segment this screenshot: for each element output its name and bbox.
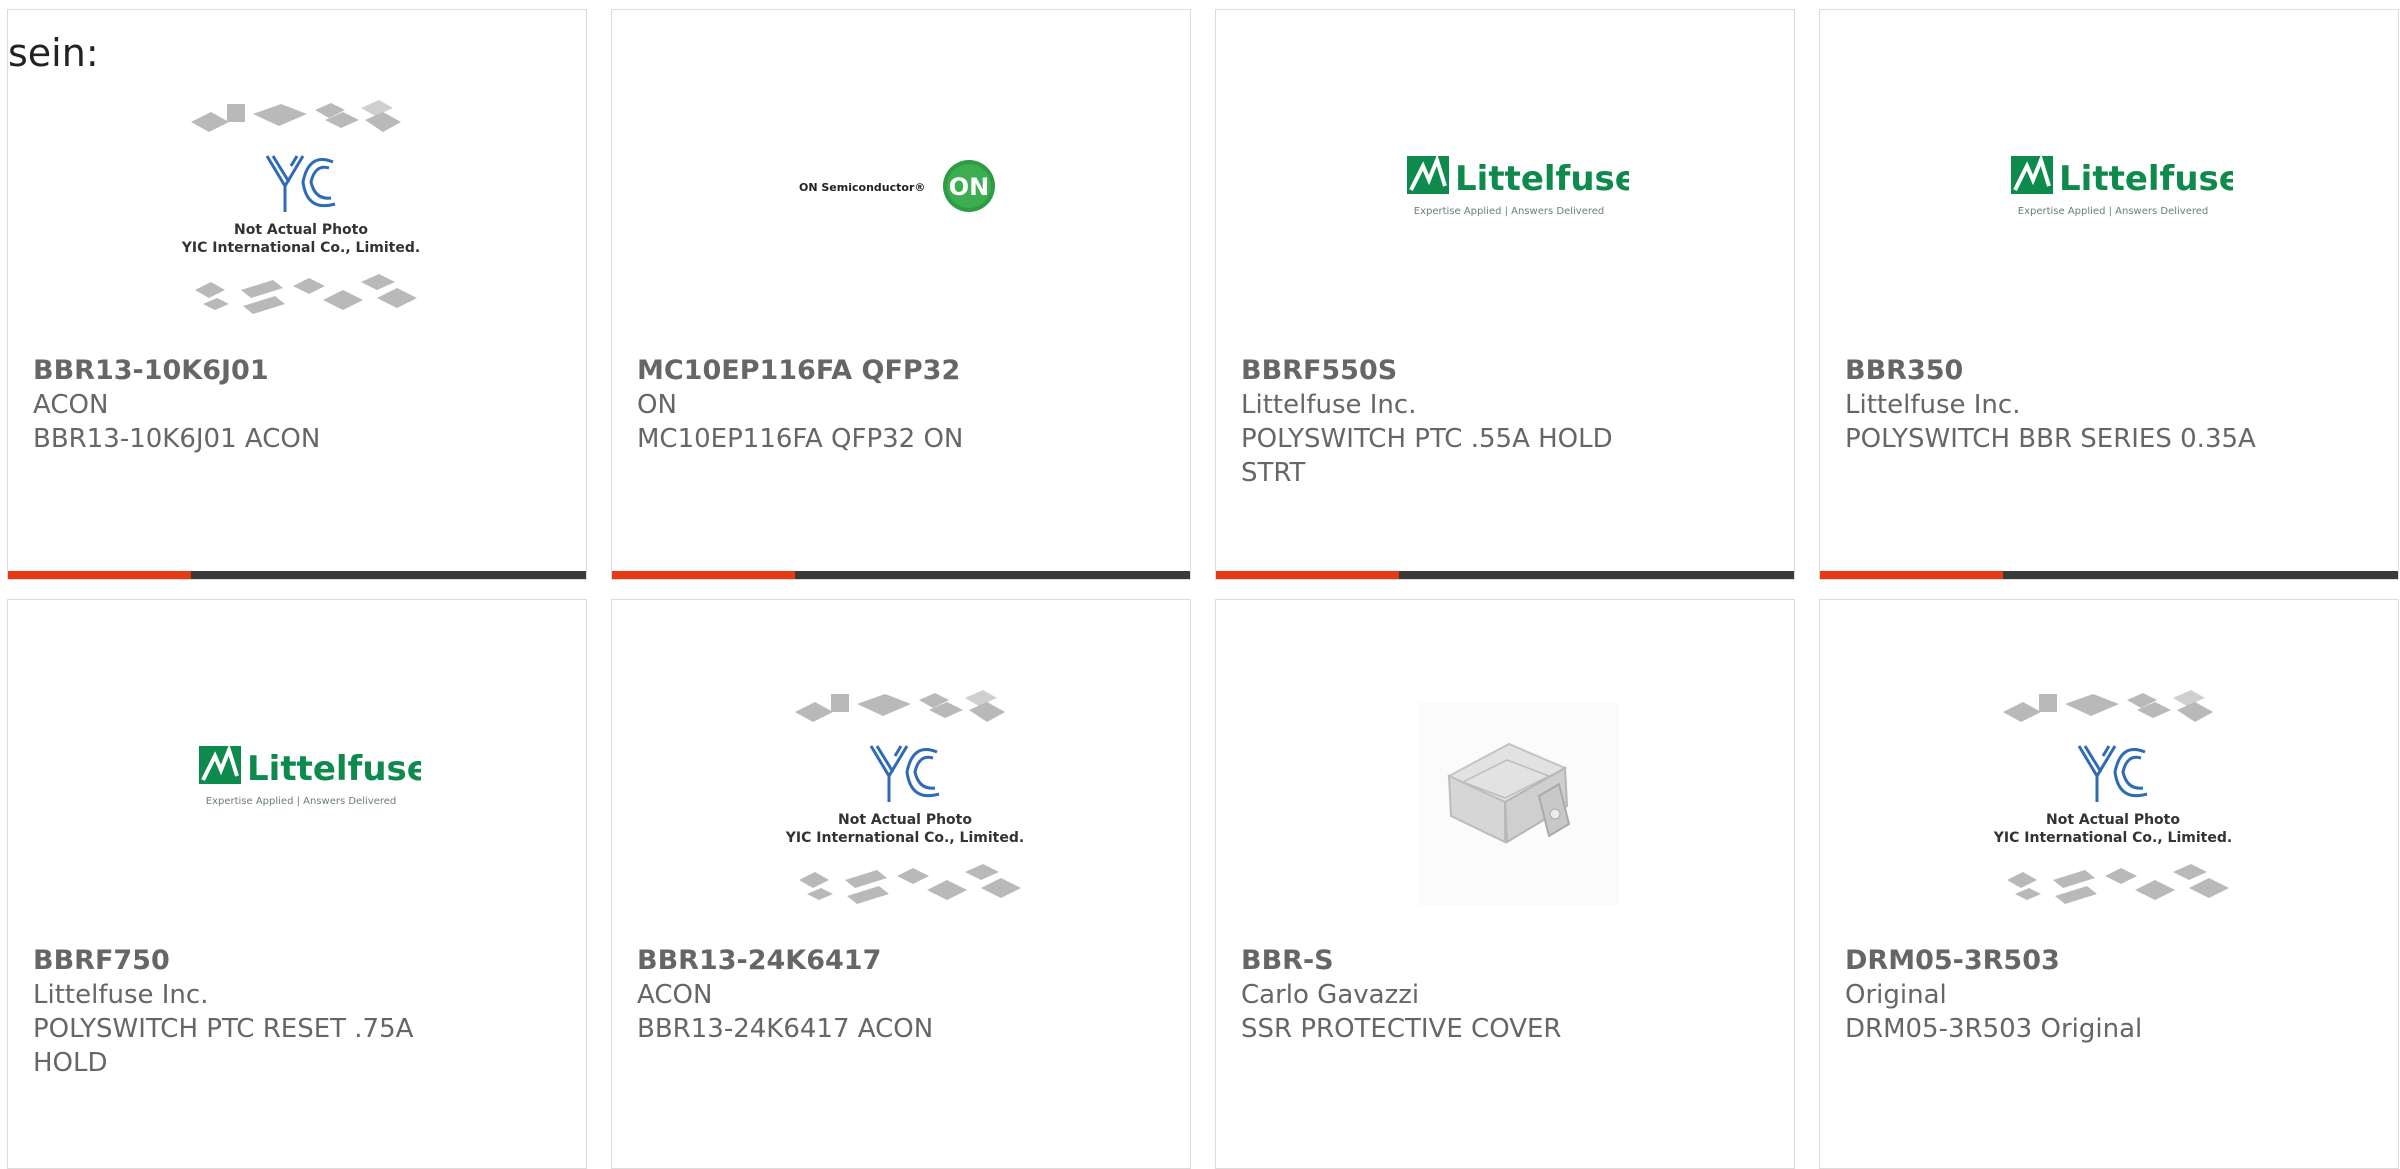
yic-placeholder-image: Not Actual Photo YIC International Co., … xyxy=(785,690,1024,904)
product-description: BBR13-10K6J01 ACON xyxy=(33,424,321,454)
product-part-number[interactable]: MC10EP116FA QFP32 xyxy=(637,354,1057,388)
product-manufacturer: ACON xyxy=(33,390,109,420)
product-part-number[interactable]: BBRF550S xyxy=(1241,354,1661,388)
littelfuse-logo-image: Littelfuse Expertise Applied | Answers D… xyxy=(1407,153,1629,217)
protective-cover-photo xyxy=(1419,702,1619,906)
card-footer-bar xyxy=(8,571,586,579)
product-image[interactable]: ON Semiconductor® ON xyxy=(785,94,1025,334)
card-footer-bar xyxy=(612,571,1190,579)
product-card[interactable]: ON Semiconductor® ON MC10EP116FA QFP32 O… xyxy=(611,9,1191,580)
littelfuse-tagline: Expertise Applied | Answers Delivered xyxy=(1414,206,1605,217)
product-part-number[interactable]: BBR13-10K6J01 xyxy=(33,354,453,388)
yic-placeholder-image: Not Actual Photo YIC International Co., … xyxy=(181,100,420,314)
product-card[interactable]: Littelfuse Expertise Applied | Answers D… xyxy=(7,599,587,1169)
yic-line2: YIC International Co., Limited. xyxy=(181,240,420,256)
product-manufacturer: Carlo Gavazzi xyxy=(1241,980,1420,1010)
product-part-number[interactable]: BBRF750 xyxy=(33,944,453,978)
product-description: POLYSWITCH BBR SERIES 0.35A xyxy=(1845,424,2256,454)
card-footer-bar xyxy=(1216,571,1794,579)
product-part-number[interactable]: DRM05-3R503 xyxy=(1845,944,2265,978)
product-image[interactable] xyxy=(1389,684,1629,924)
product-card[interactable]: Not Actual Photo YIC International Co., … xyxy=(7,9,587,580)
product-info: BBRF750 Littelfuse Inc. POLYSWITCH PTC R… xyxy=(33,944,453,1080)
product-description: MC10EP116FA QFP32 ON xyxy=(637,424,964,454)
product-image[interactable]: Not Actual Photo YIC International Co., … xyxy=(181,94,421,334)
card-footer-accent xyxy=(8,571,191,579)
littelfuse-brand-text: Littelfuse xyxy=(1455,159,1629,199)
on-semi-logo-image: ON Semiconductor® ON xyxy=(799,160,995,212)
product-manufacturer: Littelfuse Inc. xyxy=(1241,390,1417,420)
product-image[interactable]: Not Actual Photo YIC International Co., … xyxy=(1993,684,2233,924)
product-info: DRM05-3R503 Original DRM05-3R503 Origina… xyxy=(1845,944,2265,1046)
product-description: POLYSWITCH PTC .55A HOLD STRT xyxy=(1241,424,1613,488)
product-part-number[interactable]: BBR-S xyxy=(1241,944,1661,978)
product-image[interactable]: Littelfuse Expertise Applied | Answers D… xyxy=(1389,94,1629,334)
product-part-number[interactable]: BBR350 xyxy=(1845,354,2265,388)
yic-line1: Not Actual Photo xyxy=(2046,812,2180,828)
product-info: BBR13-10K6J01 ACON BBR13-10K6J01 ACON xyxy=(33,354,453,456)
card-footer-accent xyxy=(612,571,795,579)
product-image[interactable]: Not Actual Photo YIC International Co., … xyxy=(785,684,1025,924)
product-manufacturer: ACON xyxy=(637,980,713,1010)
on-semi-badge-text: ON xyxy=(949,173,990,201)
product-info: BBR13-24K6417 ACON BBR13-24K6417 ACON xyxy=(637,944,1057,1046)
product-description: SSR PROTECTIVE COVER xyxy=(1241,1014,1562,1044)
card-footer-bar xyxy=(1820,571,2398,579)
littelfuse-brand-text: Littelfuse xyxy=(247,749,421,789)
product-description: POLYSWITCH PTC RESET .75A HOLD xyxy=(33,1014,414,1078)
product-card[interactable]: Not Actual Photo YIC International Co., … xyxy=(611,599,1191,1169)
intro-text: sein: xyxy=(8,31,99,75)
product-info: BBR350 Littelfuse Inc. POLYSWITCH BBR SE… xyxy=(1845,354,2265,456)
product-description: DRM05-3R503 Original xyxy=(1845,1014,2143,1044)
yic-line2: YIC International Co., Limited. xyxy=(785,830,1024,846)
yic-line1: Not Actual Photo xyxy=(838,812,972,828)
product-image[interactable]: Littelfuse Expertise Applied | Answers D… xyxy=(1993,94,2233,334)
product-description: BBR13-24K6417 ACON xyxy=(637,1014,934,1044)
product-card[interactable]: Not Actual Photo YIC International Co., … xyxy=(1819,599,2399,1169)
littelfuse-brand-text: Littelfuse xyxy=(2059,159,2233,199)
product-info: BBR-S Carlo Gavazzi SSR PROTECTIVE COVER xyxy=(1241,944,1661,1046)
littelfuse-logo-image: Littelfuse Expertise Applied | Answers D… xyxy=(199,743,421,807)
product-manufacturer: ON xyxy=(637,390,677,420)
on-semi-brand-text: ON Semiconductor® xyxy=(799,181,925,194)
littelfuse-tagline: Expertise Applied | Answers Delivered xyxy=(206,796,397,807)
littelfuse-tagline: Expertise Applied | Answers Delivered xyxy=(2018,206,2209,217)
product-card[interactable]: Littelfuse Expertise Applied | Answers D… xyxy=(1819,9,2399,580)
product-manufacturer: Original xyxy=(1845,980,1947,1010)
yic-placeholder-image: Not Actual Photo YIC International Co., … xyxy=(1993,690,2232,904)
product-grid: Not Actual Photo YIC International Co., … xyxy=(0,0,2400,1169)
product-manufacturer: Littelfuse Inc. xyxy=(1845,390,2021,420)
product-card[interactable]: Littelfuse Expertise Applied | Answers D… xyxy=(1215,9,1795,580)
card-footer-accent xyxy=(1820,571,2003,579)
yic-line2: YIC International Co., Limited. xyxy=(1993,830,2232,846)
littelfuse-logo-image: Littelfuse Expertise Applied | Answers D… xyxy=(2011,153,2233,217)
product-card[interactable]: BBR-S Carlo Gavazzi SSR PROTECTIVE COVER xyxy=(1215,599,1795,1169)
product-image[interactable]: Littelfuse Expertise Applied | Answers D… xyxy=(181,684,421,924)
product-manufacturer: Littelfuse Inc. xyxy=(33,980,209,1010)
product-part-number[interactable]: BBR13-24K6417 xyxy=(637,944,1057,978)
product-info: BBRF550S Littelfuse Inc. POLYSWITCH PTC … xyxy=(1241,354,1661,490)
yic-line1: Not Actual Photo xyxy=(234,222,368,238)
product-info: MC10EP116FA QFP32 ON MC10EP116FA QFP32 O… xyxy=(637,354,1057,456)
card-footer-accent xyxy=(1216,571,1399,579)
